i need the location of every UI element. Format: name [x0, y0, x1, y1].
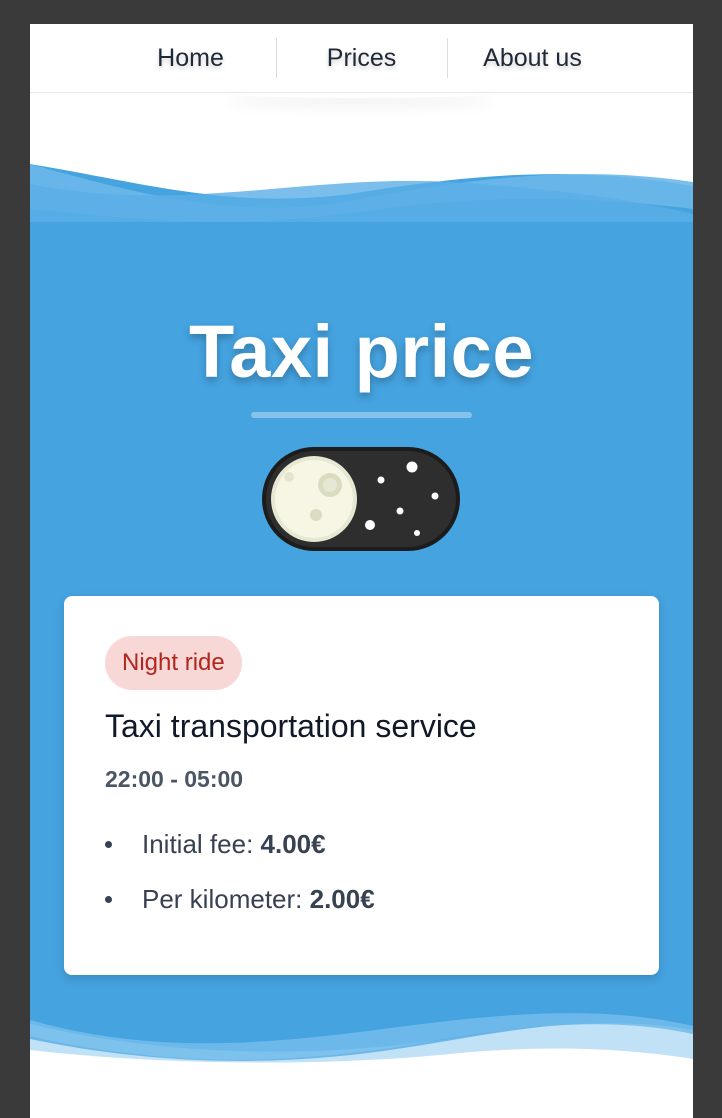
bullet-icon: [105, 841, 112, 848]
price-value: 2.00€: [309, 884, 375, 914]
bullet-icon: [105, 896, 112, 903]
browser-viewport: Home Prices About us Taxi price Night ri…: [30, 24, 693, 1118]
title-underline: [251, 412, 472, 418]
service-hours: 22:00 - 05:00: [105, 766, 244, 792]
moon-icon: [271, 456, 357, 542]
price-list: Initial fee: 4.00€ Per kilometer: 2.00€: [105, 826, 375, 936]
service-title: Taxi transportation service: [105, 708, 477, 744]
list-item: Initial fee: 4.00€: [105, 826, 375, 881]
top-navigation: Home Prices About us: [30, 24, 693, 93]
nav-about-link[interactable]: About us: [448, 38, 618, 78]
price-value: 4.00€: [260, 829, 326, 859]
price-label: Per kilometer:: [142, 884, 310, 914]
night-ride-badge: Night ride: [105, 636, 242, 690]
page-title: Taxi price: [188, 310, 534, 393]
day-night-toggle[interactable]: [260, 445, 462, 553]
nav-prices-link[interactable]: Prices: [277, 38, 447, 78]
price-label: Initial fee:: [142, 829, 261, 859]
hero-section: Taxi price Night ride Taxi transportatio…: [30, 154, 693, 1084]
list-item: Per kilometer: 2.00€: [105, 881, 375, 936]
pricing-card: Night ride Taxi transportation service 2…: [64, 596, 659, 975]
nav-home-link[interactable]: Home: [106, 38, 276, 78]
